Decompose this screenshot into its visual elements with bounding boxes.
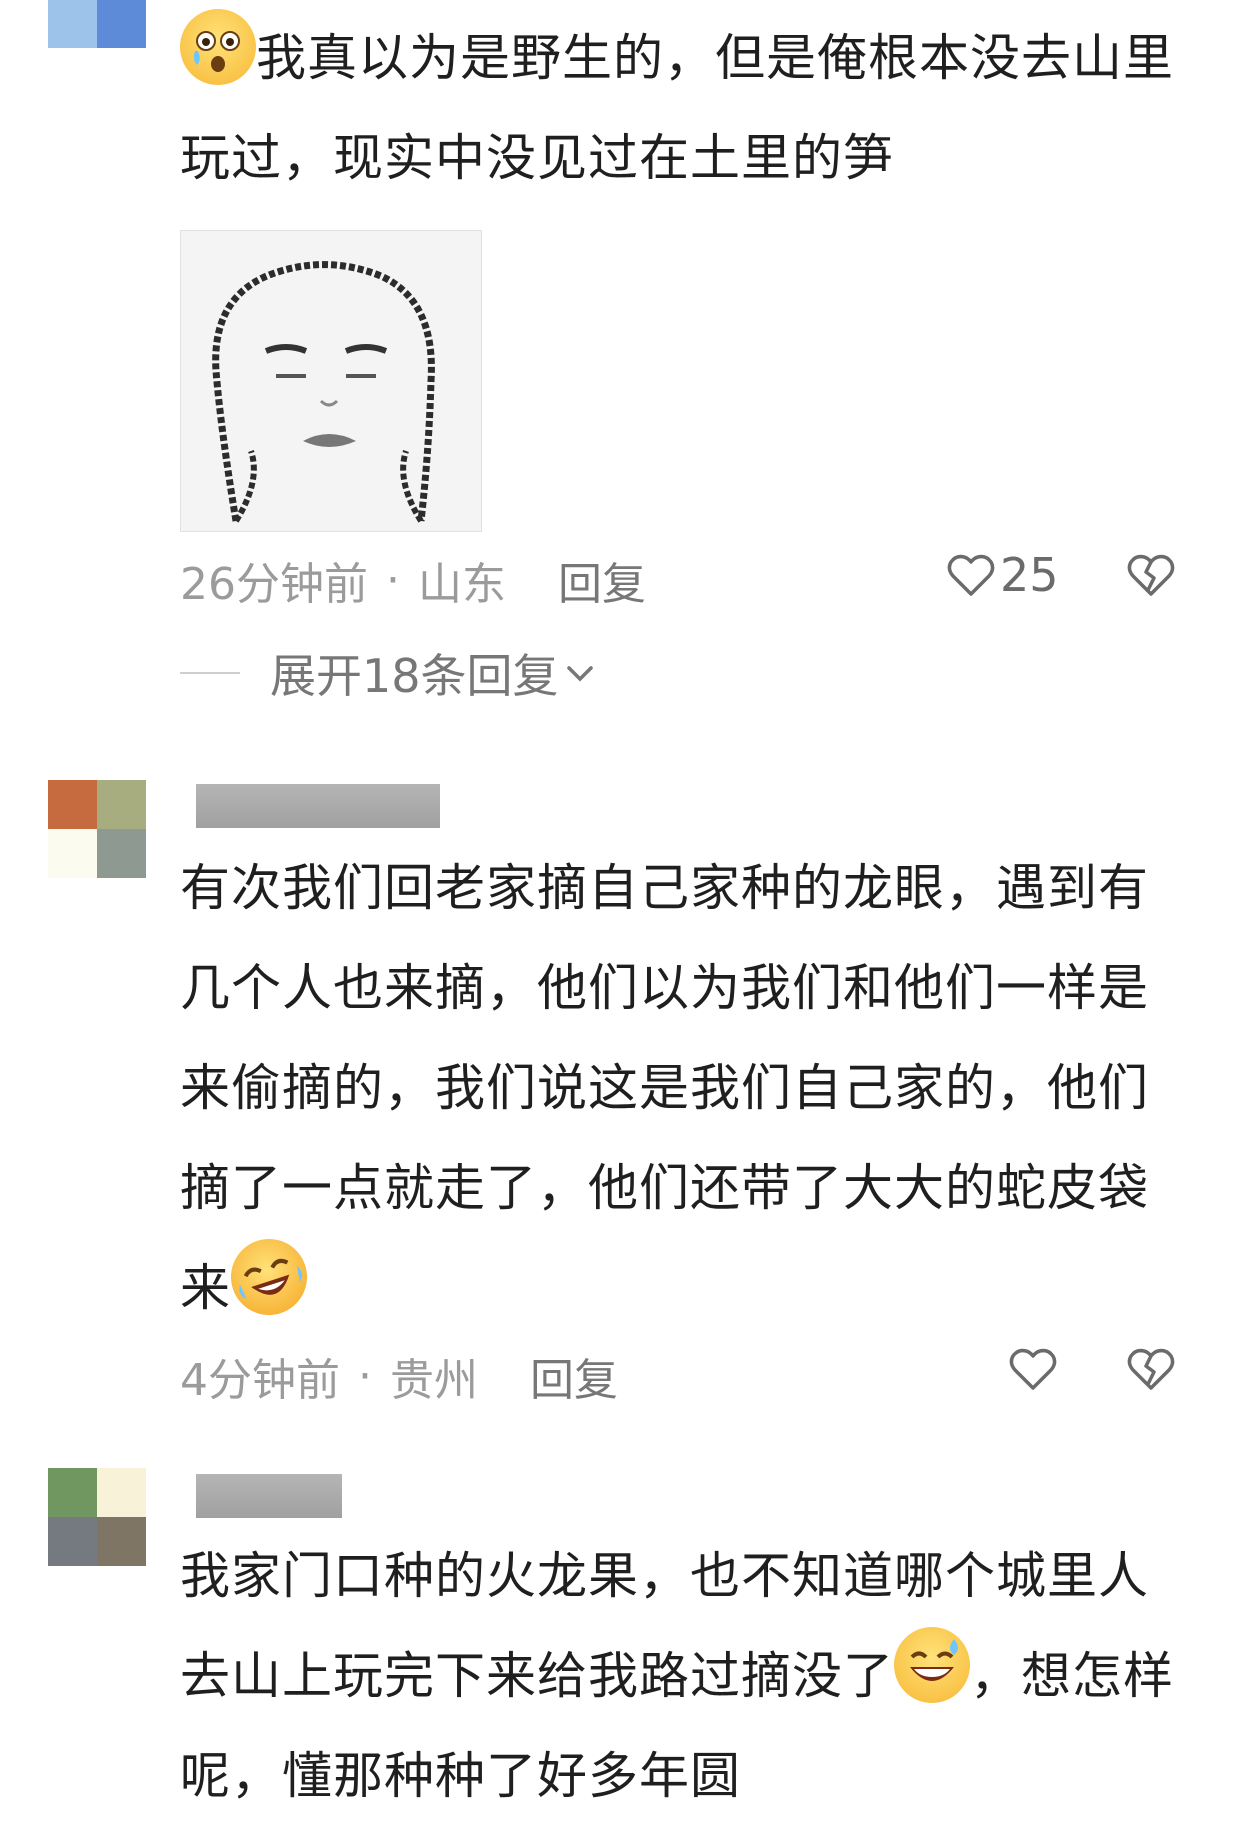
- comment-body: 我真以为是野生的，但是俺根本没去山里玩过，现实中没见过在土里的笋: [180, 29, 1174, 187]
- like-count: 25: [1000, 548, 1059, 602]
- divider: [180, 672, 240, 674]
- shocked-tearful-face-icon: [180, 9, 256, 85]
- like-button[interactable]: [1008, 1346, 1058, 1392]
- expand-replies-button[interactable]: 展开18条回复: [180, 640, 597, 706]
- comment-location: 贵州: [390, 1355, 478, 1406]
- like-button[interactable]: 25: [946, 548, 1059, 602]
- avatar[interactable]: [48, 780, 146, 878]
- reply-button[interactable]: 回复: [530, 1344, 618, 1408]
- username-redacted[interactable]: [196, 1474, 342, 1518]
- comment-body: 有次我们回老家摘自己家种的龙眼，遇到有几个人也来摘，他们以为我们和他们一样是来偷…: [180, 859, 1149, 1317]
- heart-outline-icon: [947, 554, 995, 596]
- comment-text: 我真以为是野生的，但是俺根本没去山里玩过，现实中没见过在土里的笋: [180, 8, 1180, 208]
- comment-time: 26分钟前: [180, 559, 368, 610]
- avatar[interactable]: [48, 0, 146, 48]
- comment-text: 有次我们回老家摘自己家种的龙眼，遇到有几个人也来摘，他们以为我们和他们一样是来偷…: [180, 838, 1180, 1338]
- comment-meta: 26分钟前 · 山东 回复: [180, 548, 646, 612]
- comment-time: 4分钟前: [180, 1355, 340, 1406]
- sticker-image[interactable]: [180, 230, 482, 532]
- rolling-laughing-face-icon: [221, 1229, 317, 1325]
- broken-heart-icon: [1127, 554, 1175, 596]
- comment-location: 山东: [418, 559, 506, 610]
- dislike-button[interactable]: [1126, 552, 1176, 598]
- reply-button[interactable]: 回复: [558, 548, 646, 612]
- expand-replies-label: 展开18条回复: [270, 649, 559, 703]
- dislike-button[interactable]: [1126, 1346, 1176, 1392]
- chevron-down-icon: [566, 666, 593, 682]
- comment-text: 我家门口种的火龙果，也不知道哪个城里人去山上玩完下来给我路过摘没了 ，想怎样呢，…: [180, 1526, 1180, 1826]
- grinning-sweat-face-icon: [894, 1627, 970, 1703]
- broken-heart-icon: [1127, 1348, 1175, 1390]
- heart-outline-icon: [1009, 1348, 1057, 1390]
- username-redacted[interactable]: [196, 784, 440, 828]
- comment-meta: 4分钟前 · 贵州 回复: [180, 1344, 618, 1408]
- avatar[interactable]: [48, 1468, 146, 1566]
